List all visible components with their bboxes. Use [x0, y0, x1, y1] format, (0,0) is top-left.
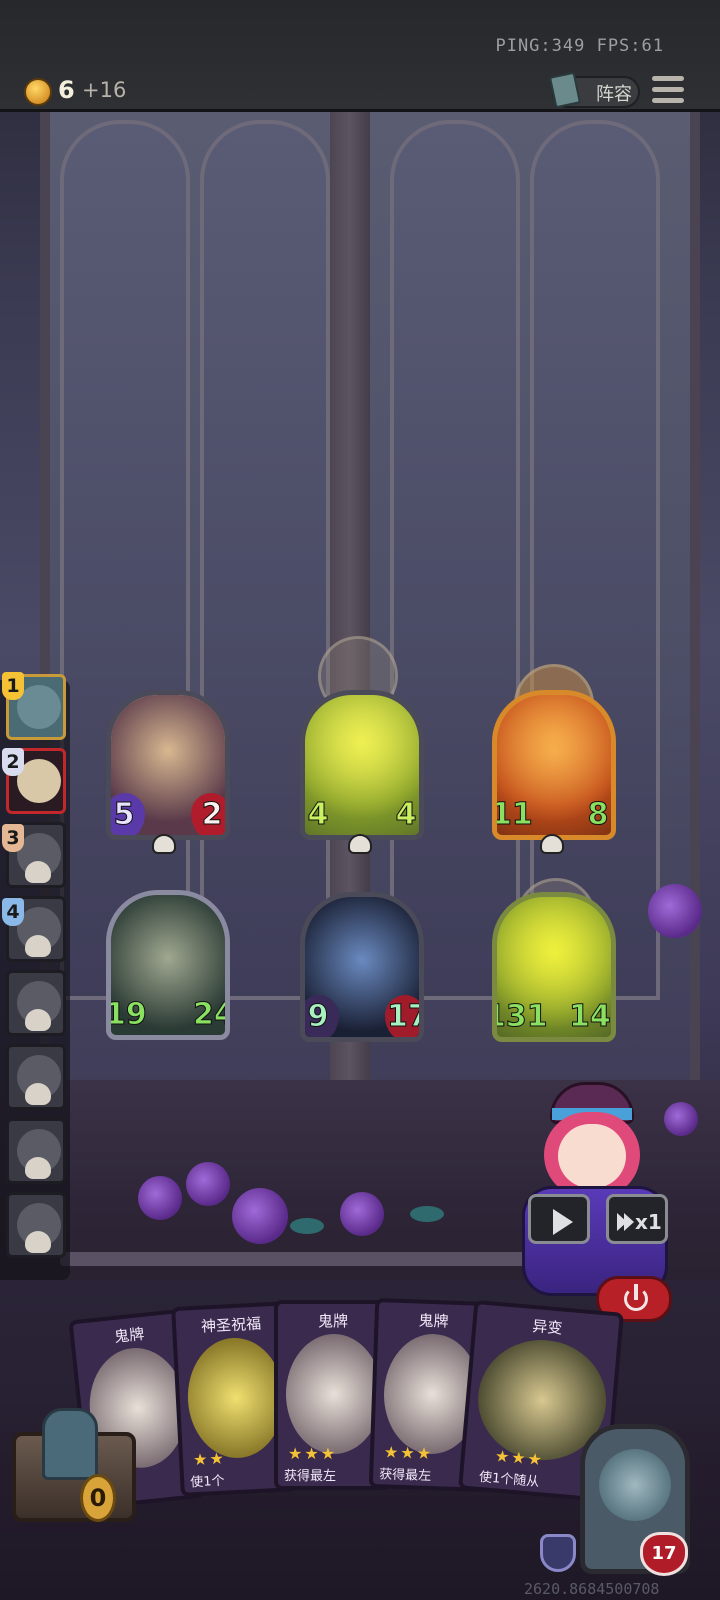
round-slot[interactable] [6, 1118, 66, 1184]
hero-portrait-face [599, 1449, 671, 1521]
skull-icon [25, 1009, 51, 1031]
chest-relic-icon [42, 1408, 98, 1480]
window-pane [60, 120, 190, 1000]
skull-icon [348, 834, 372, 854]
unit-health: 17 [387, 999, 420, 1035]
unit-card[interactable]: 9 17 [300, 892, 424, 1042]
window-pane [200, 120, 330, 1000]
chest-counter: 0 [80, 1474, 116, 1522]
skull-icon [25, 861, 51, 883]
unit-attack: 19 [106, 997, 147, 1033]
fast-forward-icon [624, 1213, 634, 1231]
round-slot[interactable] [6, 970, 66, 1036]
unit-attack: 5 [113, 797, 135, 833]
card-title: 鬼牌 [113, 1324, 146, 1346]
unit-attack: 4 [307, 797, 329, 833]
hero-character [492, 1076, 692, 1300]
card-art [286, 1334, 382, 1454]
unit-health: 24 [193, 997, 226, 1033]
skull-icon [25, 1231, 51, 1253]
card-title: 异变 [531, 1317, 564, 1338]
coin-bonus: +16 [82, 78, 127, 102]
unit-attack: 9 [307, 999, 329, 1035]
unit-health: 148 [569, 999, 612, 1035]
ping-fps-readout: PING:349 FPS:61 [495, 36, 664, 56]
coin-count: 6 [58, 76, 75, 104]
card-stars: ★★★ [383, 1442, 434, 1464]
round-slot[interactable] [6, 1044, 66, 1110]
skull-icon [540, 834, 564, 854]
rose-decoration [232, 1188, 288, 1244]
window-pane [390, 120, 520, 1000]
lineup-label: 阵容 [596, 84, 632, 105]
leaf-decoration [290, 1218, 324, 1234]
card-art [184, 1335, 288, 1461]
skull-icon [25, 1083, 51, 1105]
round-slot[interactable] [6, 1192, 66, 1258]
card-stars: ★★ [192, 1448, 227, 1470]
card-title: 鬼牌 [317, 1312, 348, 1330]
round-list: 1 2 3 4 [0, 672, 70, 1280]
unit-attack: 131 [497, 999, 548, 1035]
skull-icon [25, 935, 51, 957]
unit-card[interactable]: 131 148 [492, 892, 616, 1042]
round-number: 4 [2, 898, 24, 926]
unit-attack: 11 [492, 797, 533, 833]
play-button[interactable] [528, 1194, 590, 1244]
unit-card[interactable]: 19 24 [106, 890, 230, 1040]
coin-icon [24, 78, 52, 106]
card-stars: ★★★ [494, 1446, 545, 1470]
unit-card[interactable]: 11 8 [492, 690, 616, 840]
build-id: 2620.8684500708 [524, 1580, 660, 1598]
skull-icon [25, 1157, 51, 1179]
window-pane [530, 120, 660, 1000]
hero-health: 17 [640, 1532, 688, 1576]
rose-decoration [648, 884, 702, 938]
unit-health: 4 [395, 797, 417, 833]
power-icon-bar [634, 1284, 638, 1300]
skull-icon [152, 834, 176, 854]
round-number: 1 [2, 672, 24, 700]
unit-health: 8 [587, 797, 609, 833]
rose-decoration [138, 1176, 182, 1220]
unit-card[interactable]: 5 2 [106, 690, 230, 840]
rose-decoration [340, 1192, 384, 1236]
hero-face [558, 1124, 626, 1188]
unit-card[interactable]: 4 4 [300, 690, 424, 840]
rose-decoration [186, 1162, 230, 1206]
round-number: 2 [2, 748, 24, 776]
unit-health: 2 [201, 797, 223, 833]
menu-icon[interactable] [652, 76, 684, 106]
speed-button[interactable]: x1 [606, 1194, 668, 1244]
round-number: 3 [2, 824, 24, 852]
card-stars: ★★★ [288, 1444, 338, 1463]
play-icon [553, 1209, 573, 1235]
shield-icon[interactable] [540, 1534, 576, 1572]
speed-label: x1 [635, 1210, 662, 1234]
card-title: 神圣祝福 [200, 1314, 262, 1336]
leaf-decoration [410, 1206, 444, 1222]
